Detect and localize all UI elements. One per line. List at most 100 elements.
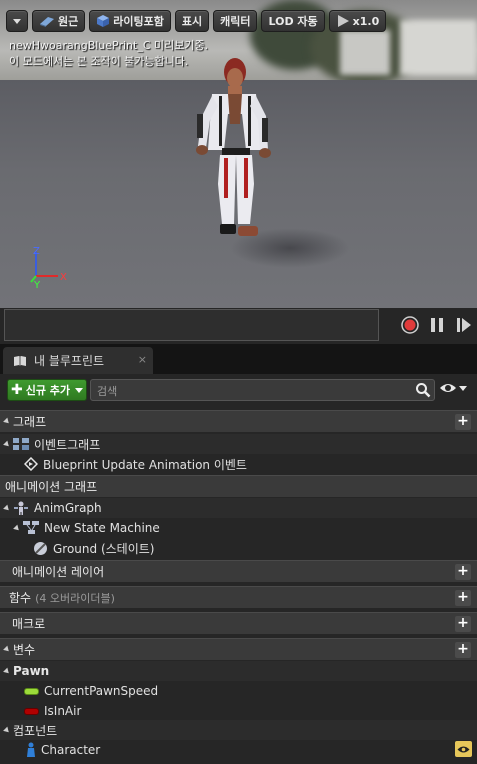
plus-icon: ✚ xyxy=(11,382,23,398)
components-category-label: 컴포넌트 xyxy=(13,723,58,738)
variable-row[interactable]: IsInAir xyxy=(0,701,477,721)
category-variables[interactable]: 변수 + xyxy=(0,638,477,660)
visibility-toggle[interactable] xyxy=(455,741,472,757)
character-mesh xyxy=(196,58,271,236)
pawn-category-label: Pawn xyxy=(13,664,50,678)
variable-category-pawn[interactable]: Pawn xyxy=(0,661,477,681)
collapse-triangle-icon xyxy=(3,440,11,448)
chevron-down-icon xyxy=(13,18,21,24)
category-graphs-label: 그래프 xyxy=(13,415,47,429)
search-box[interactable] xyxy=(90,379,435,401)
add-macro-button[interactable]: + xyxy=(455,616,471,632)
variable-category-components[interactable]: 컴포넌트 xyxy=(0,720,477,740)
preview-viewport[interactable]: 원근 라이팅포함 표시 캐릭터 LOD 자동 x1.0 newHwoarangB… xyxy=(0,0,477,308)
category-animation-graphs[interactable]: 애니메이션 그래프 xyxy=(0,475,477,497)
lod-button[interactable]: LOD 자동 xyxy=(261,10,325,32)
view-options-button[interactable] xyxy=(439,382,467,394)
playback-speed-label: x1.0 xyxy=(352,14,380,28)
collapse-triangle-icon xyxy=(3,417,11,426)
event-item-row[interactable]: Blueprint Update Animation 이벤트 xyxy=(0,454,477,474)
anim-graph-label: AnimGraph xyxy=(34,501,102,515)
category-animation-layers[interactable]: 애니메이션 레이어 + xyxy=(0,560,477,582)
add-graph-button[interactable]: + xyxy=(455,414,471,430)
show-button[interactable]: 표시 xyxy=(174,10,210,32)
variable-name: CurrentPawnSpeed xyxy=(44,684,159,698)
perspective-label: 원근 xyxy=(58,15,79,28)
lit-cube-icon xyxy=(97,15,110,27)
axis-gizmo-icon: Z X Y xyxy=(30,246,67,290)
viewport-message-line2: 이 모드에서는 본 조작이 불가능합니다. xyxy=(9,55,189,68)
character-label: 캐릭터 xyxy=(220,15,251,28)
add-variable-button[interactable]: + xyxy=(455,642,471,658)
axis-y-label: Y xyxy=(33,280,41,290)
close-icon[interactable]: × xyxy=(138,353,147,366)
tab-label: 내 블루프린트 xyxy=(34,354,105,368)
collapse-triangle-icon xyxy=(3,726,11,734)
add-function-button[interactable]: + xyxy=(455,590,471,606)
category-functions[interactable]: 함수 (4 오버라이더블) + xyxy=(0,586,477,608)
background-building xyxy=(340,30,390,75)
variable-row[interactable]: CurrentPawnSpeed xyxy=(0,681,477,701)
event-graph-row[interactable]: 이벤트그래프 xyxy=(0,434,477,454)
axis-z-label: Z xyxy=(33,246,40,257)
state-icon xyxy=(34,541,47,555)
record-button-icon[interactable] xyxy=(401,316,419,334)
category-graphs[interactable]: 그래프 + xyxy=(0,410,477,432)
lighting-mode-label: 라이팅포함 xyxy=(113,15,164,28)
perspective-button[interactable]: 원근 xyxy=(32,10,86,32)
lod-label: LOD 자동 xyxy=(268,15,318,28)
eye-icon xyxy=(457,746,470,752)
collapse-triangle-icon xyxy=(3,504,11,512)
viewport-toolbar: 원근 라이팅포함 표시 캐릭터 LOD 자동 x1.0 xyxy=(6,9,387,33)
search-icon[interactable] xyxy=(415,382,431,398)
state-row[interactable]: Ground (스테이트) xyxy=(0,538,477,558)
add-new-button[interactable]: ✚ 신규 추가 xyxy=(7,379,87,401)
state-machine-icon xyxy=(23,521,39,534)
anim-graph-icon xyxy=(14,501,28,515)
add-new-label: 신규 추가 xyxy=(25,384,71,397)
add-layer-button[interactable]: + xyxy=(455,564,471,580)
lighting-mode-button[interactable]: 라이팅포함 xyxy=(89,10,171,32)
category-macros[interactable]: 매크로 + xyxy=(0,612,477,634)
book-icon xyxy=(14,355,26,366)
component-row[interactable]: Character xyxy=(0,740,477,760)
my-blueprint-panel: ✚ 신규 추가 그래프 + 이벤트그래프 Blueprint Update An… xyxy=(0,374,477,764)
collapse-triangle-icon xyxy=(13,524,21,532)
component-name: Character xyxy=(41,743,101,757)
collapse-triangle-icon xyxy=(3,667,11,675)
category-functions-label: 함수 xyxy=(9,591,32,605)
state-machine-label: New State Machine xyxy=(44,521,160,535)
anim-graph-row[interactable]: AnimGraph xyxy=(0,498,477,518)
playback-bar xyxy=(0,308,477,344)
timeline-scrubber[interactable] xyxy=(4,309,379,341)
character-button[interactable]: 캐릭터 xyxy=(213,10,258,32)
show-label: 표시 xyxy=(181,15,203,28)
chevron-down-icon xyxy=(459,385,467,391)
background-building xyxy=(400,20,477,75)
variable-name: IsInAir xyxy=(44,704,82,718)
state-machine-row[interactable]: New State Machine xyxy=(0,518,477,538)
category-macros-label: 매크로 xyxy=(12,617,46,631)
perspective-icon xyxy=(40,17,54,27)
event-graph-label: 이벤트그래프 xyxy=(34,437,101,452)
functions-override-count: (4 오버라이더블) xyxy=(35,591,115,605)
chevron-down-icon xyxy=(75,387,84,393)
pause-icon[interactable] xyxy=(428,316,446,334)
panel-toolbar: ✚ 신규 추가 xyxy=(0,374,477,406)
event-item-label: Blueprint Update Animation 이벤트 xyxy=(43,457,247,472)
step-forward-icon[interactable] xyxy=(455,316,473,334)
category-animation-graphs-label: 애니메이션 그래프 xyxy=(5,480,98,494)
playback-speed-button[interactable]: x1.0 xyxy=(328,10,387,32)
viewport-message-line1: newHwoarangBluePrint_C 미리보기중. xyxy=(9,39,209,52)
state-label: Ground (스테이트) xyxy=(53,541,155,556)
collapse-triangle-icon xyxy=(3,645,11,654)
tab-my-blueprint[interactable]: 내 블루프린트 × xyxy=(3,347,153,374)
play-speed-icon xyxy=(337,15,349,27)
eye-icon xyxy=(440,384,456,392)
search-input[interactable] xyxy=(95,382,409,400)
event-diamond-icon xyxy=(24,457,38,471)
viewport-message: newHwoarangBluePrint_C 미리보기중. 이 모드에서는 본 … xyxy=(9,38,208,70)
category-animation-layers-label: 애니메이션 레이어 xyxy=(12,565,105,579)
viewport-options-dropdown[interactable] xyxy=(6,10,28,32)
axis-x-label: X xyxy=(60,272,67,283)
